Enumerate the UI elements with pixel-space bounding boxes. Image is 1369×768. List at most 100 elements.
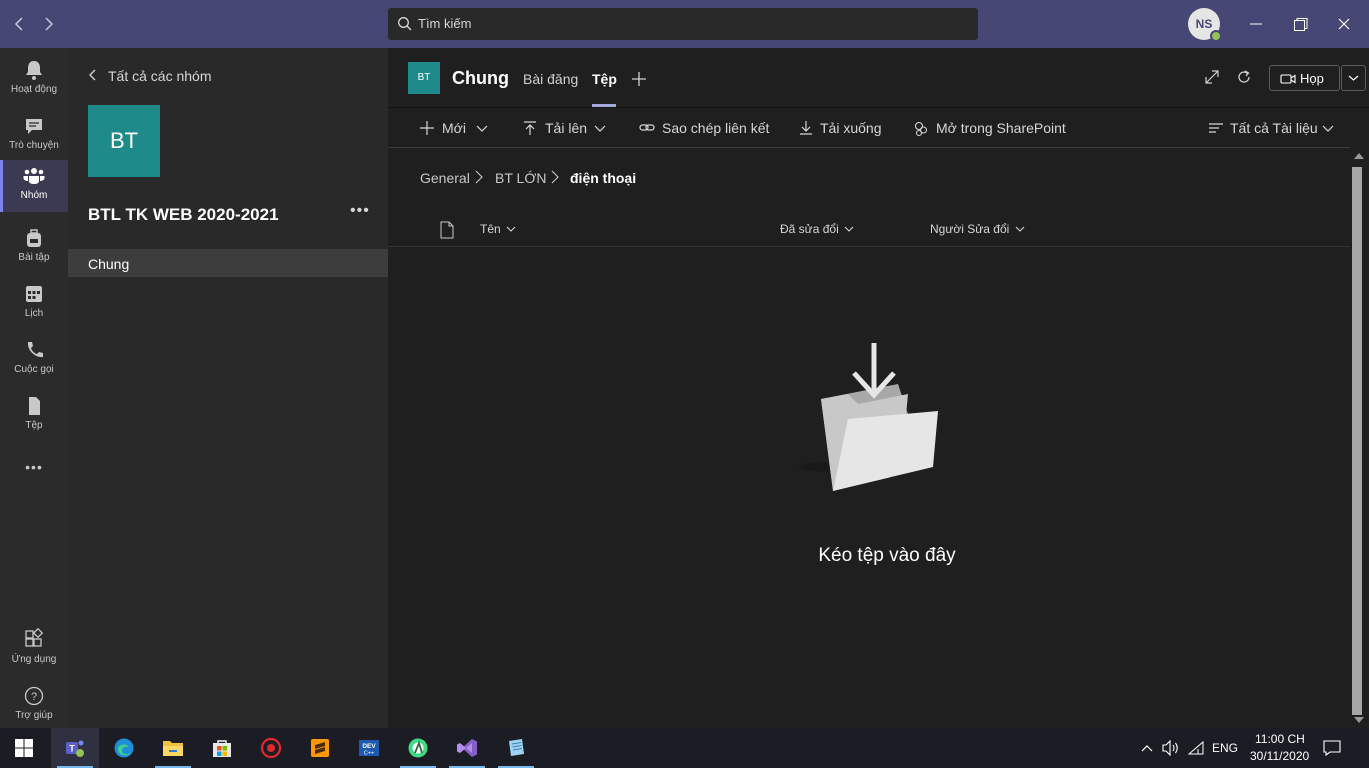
chevron-down-icon — [594, 125, 606, 132]
column-name-label: Tên — [480, 222, 501, 236]
avatar[interactable]: NS — [1188, 8, 1222, 42]
team-panel: Tất cả các nhóm BT BTL TK WEB 2020-2021 … — [68, 48, 388, 728]
view-label: Tất cả Tài liệu — [1230, 120, 1318, 136]
all-teams-label: Tất cả các nhóm — [108, 68, 212, 84]
link-icon — [639, 124, 655, 131]
meet-dropdown-button[interactable] — [1341, 65, 1366, 91]
store-bag-icon — [213, 740, 231, 757]
rail-item-activity[interactable]: Hoạt động — [0, 54, 68, 106]
meet-button[interactable]: Họp — [1269, 65, 1340, 91]
empty-state-message: Kéo tệp vào đây — [388, 545, 1350, 567]
forward-arrow-icon[interactable] — [38, 14, 58, 34]
taskbar-store[interactable] — [198, 728, 246, 768]
column-modified-by[interactable]: Người Sửa đổi — [930, 222, 1025, 236]
all-teams-link[interactable]: Tất cả các nhóm — [88, 68, 212, 84]
taskbar-dev-cpp[interactable]: DEV C++ — [345, 728, 393, 768]
scrollbar-thumb[interactable] — [1352, 167, 1362, 715]
back-arrow-icon[interactable] — [10, 14, 30, 34]
column-modified[interactable]: Đã sửa đổi — [780, 222, 854, 236]
taskbar-edge[interactable] — [100, 728, 148, 768]
refresh-button[interactable] — [1235, 68, 1253, 91]
file-icon — [29, 397, 40, 415]
search-placeholder: Tìm kiếm — [418, 16, 472, 31]
expand-button[interactable] — [1203, 68, 1221, 91]
filter-lines-icon — [1209, 123, 1223, 133]
more-icon: ••• — [25, 459, 43, 475]
taskbar-visual-studio[interactable] — [443, 728, 491, 768]
rail-label: Cuộc gọi — [14, 364, 54, 375]
search-input[interactable]: Tìm kiếm — [388, 8, 978, 40]
taskbar-notepad[interactable] — [492, 728, 540, 768]
clock-time[interactable]: 11:00 CH — [1255, 732, 1305, 746]
files-content: General BT LỚN điện thoại Tên Đã sửa đổi… — [388, 149, 1350, 728]
scroll-up-arrow-icon[interactable] — [1354, 153, 1364, 159]
edge-icon — [114, 738, 134, 758]
start-button[interactable] — [0, 728, 48, 768]
rail-item-apps[interactable]: Ứng dụng — [0, 624, 68, 676]
download-label: Tải xuống — [820, 120, 882, 136]
vertical-scrollbar[interactable] — [1350, 149, 1369, 728]
files-toolbar: Mới Tải lên Sao chép liên kết Tải xuống … — [388, 108, 1350, 148]
taskbar-sublime-text[interactable] — [296, 728, 344, 768]
network-icon[interactable] — [1187, 740, 1206, 761]
tab-posts[interactable]: Bài đăng — [523, 71, 578, 87]
taskbar-antivirus[interactable] — [247, 728, 295, 768]
teams-icon — [23, 168, 45, 184]
scroll-down-arrow-icon[interactable] — [1354, 717, 1364, 723]
tab-files[interactable]: Tệp — [592, 71, 617, 87]
volume-icon[interactable] — [1162, 739, 1180, 761]
download-button[interactable]: Tải xuống — [799, 120, 884, 138]
chevron-down-icon — [476, 125, 488, 132]
rail-item-calendar[interactable]: Lịch — [0, 278, 68, 330]
minimize-icon[interactable] — [1244, 12, 1268, 36]
new-button[interactable]: Mới — [420, 120, 492, 138]
taskbar-android-studio[interactable] — [394, 728, 442, 768]
open-in-sharepoint-button[interactable]: Mở trong SharePoint — [913, 120, 1068, 138]
notification-center-icon[interactable] — [1323, 739, 1341, 762]
phone-icon — [27, 342, 43, 358]
channel-item-general[interactable]: Chung — [68, 249, 388, 277]
refresh-icon — [1238, 70, 1250, 83]
clock-date[interactable]: 30/11/2020 — [1250, 749, 1309, 763]
taskbar-file-explorer[interactable] — [149, 728, 197, 768]
taskbar-teams[interactable]: T — [51, 728, 99, 768]
download-icon — [800, 121, 812, 135]
more-apps-button[interactable]: ••• — [0, 452, 68, 482]
language-indicator[interactable]: ENG — [1212, 741, 1238, 755]
breadcrumb-item[interactable]: General — [420, 170, 470, 186]
sublime-text-icon — [311, 739, 329, 757]
chevron-down-icon — [1322, 125, 1334, 132]
close-icon[interactable] — [1332, 12, 1356, 36]
rail-item-chat[interactable]: Trò chuyện — [0, 110, 68, 162]
upload-button[interactable]: Tải lên — [523, 120, 608, 138]
file-type-icon[interactable] — [440, 221, 454, 239]
active-tab-indicator — [592, 104, 616, 107]
notepad-icon — [509, 739, 524, 756]
copy-link-button[interactable]: Sao chép liên kết — [639, 120, 769, 138]
restore-icon[interactable] — [1288, 12, 1312, 36]
svg-text:DEV: DEV — [362, 743, 376, 750]
add-tab-button[interactable] — [631, 66, 647, 93]
breadcrumb-item[interactable]: BT LỚN — [495, 170, 546, 186]
search-icon — [398, 17, 412, 31]
rail-item-files[interactable]: Tệp — [0, 390, 68, 442]
chevron-down-icon — [1015, 226, 1025, 232]
column-name[interactable]: Tên — [480, 222, 516, 236]
rail-item-help[interactable]: ? Trợ giúp — [0, 680, 68, 732]
view-selector[interactable]: Tất cả Tài liệu — [1209, 120, 1337, 138]
chevron-down-icon — [844, 226, 854, 232]
rail-item-teams[interactable]: Nhóm — [0, 160, 68, 212]
rail-item-assignments[interactable]: Bài tập — [0, 222, 68, 274]
rail-label: Tệp — [25, 420, 43, 431]
rail-item-calls[interactable]: Cuộc gọi — [0, 334, 68, 386]
open-in-sharepoint-label: Mở trong SharePoint — [936, 120, 1066, 136]
upload-label: Tải lên — [545, 120, 588, 136]
bell-icon — [26, 61, 42, 80]
team-more-options-button[interactable]: ••• — [350, 202, 370, 220]
channel-avatar: BT — [408, 62, 440, 94]
backpack-icon — [27, 229, 41, 247]
avatar-initials: NS — [1195, 17, 1213, 31]
column-modified-label: Đã sửa đổi — [780, 222, 839, 236]
rail-label: Hoạt động — [10, 84, 58, 95]
tray-chevron-up-icon[interactable] — [1140, 741, 1154, 760]
